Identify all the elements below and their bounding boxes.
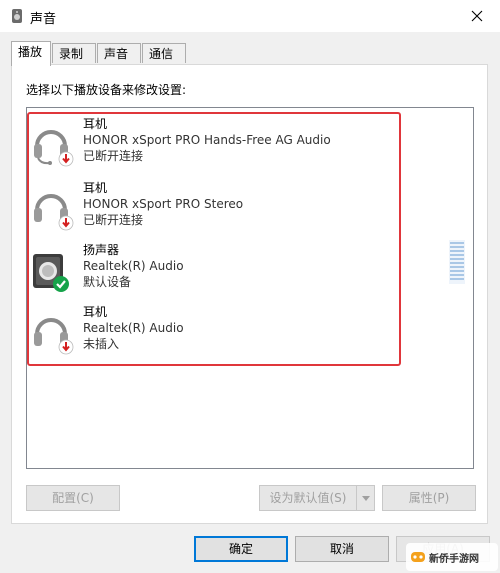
device-text: 扬声器 Realtek(R) Audio 默认设备 — [83, 242, 184, 290]
tab-sounds[interactable]: 声音 — [97, 43, 141, 63]
device-description: HONOR xSport PRO Hands-Free AG Audio — [83, 133, 331, 147]
device-status: 已断开连接 — [83, 213, 144, 227]
tab-panel: 选择以下播放设备来修改设置: 耳机 HONOR xSport PRO Hands… — [11, 64, 488, 524]
device-status: 默认设备 — [83, 275, 132, 289]
device-item[interactable]: 耳机 HONOR xSport PRO Stereo 已断开连接 — [31, 180, 391, 240]
speaker-app-icon — [12, 9, 22, 23]
device-text: 耳机 HONOR xSport PRO Stereo 已断开连接 — [83, 180, 243, 228]
device-name: 扬声器 — [83, 243, 120, 257]
tab-communications[interactable]: 通信 — [142, 43, 186, 63]
window-title: 声音 — [30, 12, 57, 27]
properties-button[interactable]: 属性(P) — [382, 485, 476, 511]
headphones-disconnected-icon — [34, 194, 74, 231]
ok-button[interactable]: 确定 — [194, 536, 288, 562]
headset-disconnected-icon — [34, 130, 74, 167]
device-status: 已断开连接 — [83, 149, 144, 163]
device-item[interactable]: 耳机 Realtek(R) Audio 未插入 — [31, 304, 391, 364]
device-list[interactable]: 耳机 HONOR xSport PRO Hands-Free AG Audio … — [26, 107, 474, 469]
instruction-label: 选择以下播放设备来修改设置: — [26, 83, 187, 97]
tab-recording[interactable]: 录制 — [52, 43, 96, 63]
configure-button[interactable]: 配置(C) — [26, 485, 120, 511]
gamepad-logo-icon — [411, 552, 425, 562]
device-text: 耳机 HONOR xSport PRO Hands-Free AG Audio … — [83, 116, 331, 164]
headphones-unplugged-icon — [34, 318, 74, 355]
device-status: 未插入 — [83, 337, 120, 351]
device-description: HONOR xSport PRO Stereo — [83, 197, 244, 211]
watermark-logo: 新侨手游网 — [406, 543, 498, 571]
device-name: 耳机 — [83, 305, 108, 319]
device-item[interactable]: 耳机 HONOR xSport PRO Hands-Free AG Audio … — [31, 116, 391, 176]
close-icon — [471, 10, 483, 22]
device-description: Realtek(R) Audio — [83, 259, 184, 273]
set-default-dropdown[interactable] — [356, 485, 375, 511]
device-name: 耳机 — [83, 181, 108, 195]
set-default-button[interactable]: 设为默认值(S) — [259, 485, 357, 511]
watermark-text: 新侨手游网 — [429, 553, 479, 565]
device-description: Realtek(R) Audio — [83, 321, 184, 335]
close-button[interactable] — [454, 0, 500, 32]
chevron-down-icon — [361, 495, 370, 501]
title-bar: 声音 — [0, 0, 500, 32]
tab-playback[interactable]: 播放 — [11, 41, 51, 66]
volume-level-indicator — [449, 240, 465, 284]
device-text: 耳机 Realtek(R) Audio 未插入 — [83, 304, 184, 352]
device-name: 耳机 — [83, 117, 108, 131]
cancel-button[interactable]: 取消 — [295, 536, 389, 562]
device-item[interactable]: 扬声器 Realtek(R) Audio 默认设备 — [31, 242, 391, 302]
speaker-default-icon — [33, 254, 69, 292]
